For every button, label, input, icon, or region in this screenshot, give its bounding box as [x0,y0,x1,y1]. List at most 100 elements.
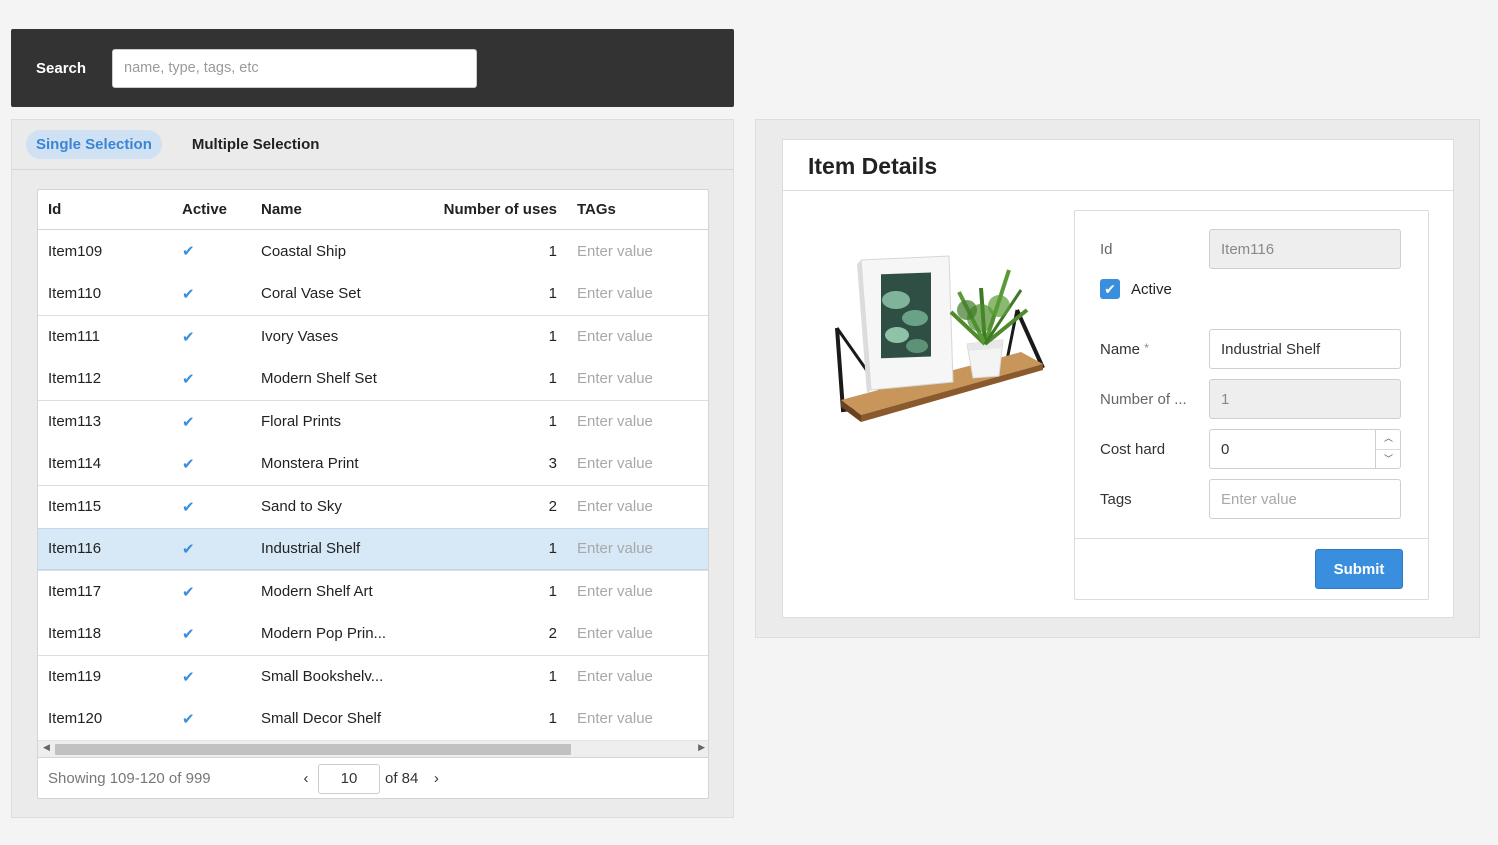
pager: Showing 109-120 of 999 ‹ of 84 › [38,757,708,798]
cell-active: ✔ [172,540,251,558]
cell-id: Item112 [48,370,102,388]
cost-field[interactable] [1209,429,1401,469]
column-header-active[interactable]: Active [172,201,251,218]
table-row[interactable]: Item120 ✔ Small Decor Shelf 1 Enter value [38,698,708,741]
cell-active: ✔ [172,668,251,686]
form-row-name: Name * [1075,329,1428,369]
table-row[interactable]: Item117 ✔ Modern Shelf Art 1 Enter value [38,570,708,613]
submit-button[interactable]: Submit [1315,549,1403,589]
check-icon: ✔ [182,328,195,346]
id-label: Id [1100,240,1113,258]
cell-name: Monstera Print [261,455,359,473]
cell-id: Item116 [48,540,102,558]
tags-field[interactable] [1209,479,1401,519]
table-row[interactable]: Item113 ✔ Floral Prints 1 Enter value [38,400,708,443]
chevron-right-icon[interactable]: › [426,770,446,787]
chevron-up-icon[interactable]: ︿ [1376,429,1401,450]
check-icon: ✔ [182,285,195,303]
cell-active: ✔ [172,710,251,728]
cell-uses: 2 [548,498,557,516]
table-row[interactable]: Item109 ✔ Coastal Ship 1 Enter value [38,230,708,273]
cell-active: ✔ [172,370,251,388]
active-checkbox[interactable]: ✔ [1100,279,1120,299]
tab-multiple-selection[interactable]: Multiple Selection [182,130,330,159]
cell-tags[interactable]: Enter value [557,498,708,515]
cell-active: ✔ [172,625,251,643]
cell-tags[interactable]: Enter value [557,540,708,557]
grid-body: Item109 ✔ Coastal Ship 1 Enter value Item110 ✔… [38,230,708,740]
column-header-name[interactable]: Name [251,201,411,218]
pager-info: Showing 109-120 of 999 [48,770,211,787]
active-label: Active [1131,280,1172,298]
check-icon: ✔ [182,498,195,516]
cell-tags[interactable]: Enter value [557,455,708,472]
search-bar: Search [11,29,734,107]
cell-name: Modern Shelf Art [261,583,373,601]
check-icon: ✔ [182,668,195,686]
cell-id: Item115 [48,498,102,516]
check-icon: ✔ [182,540,195,558]
cell-id: Item113 [48,413,102,431]
table-row[interactable]: Item119 ✔ Small Bookshelv... 1 Enter value [38,655,708,698]
cell-uses: 1 [548,413,557,431]
page-count: of 84 [385,770,419,787]
check-icon: ✔ [182,625,195,643]
cell-active: ✔ [172,455,251,473]
cell-uses: 1 [548,370,557,388]
chevron-down-icon[interactable]: ﹀ [1376,450,1401,470]
id-field [1209,229,1401,269]
cost-label: Cost hard [1100,440,1166,458]
name-field[interactable] [1209,329,1401,369]
cell-uses: 1 [548,242,557,260]
column-header-id[interactable]: Id [38,201,172,218]
table-row[interactable]: Item114 ✔ Monstera Print 3 Enter value [38,443,708,486]
cell-tags[interactable]: Enter value [557,285,708,302]
cell-name: Industrial Shelf [261,540,361,558]
cell-active: ✔ [172,285,251,303]
cell-tags[interactable]: Enter value [557,625,708,642]
column-header-tags[interactable]: TAGs [557,201,708,218]
cell-id: Item118 [48,625,102,643]
tab-single-selection[interactable]: Single Selection [26,130,162,159]
cell-id: Item114 [48,455,102,473]
page-number-input[interactable] [318,763,380,794]
cell-active: ✔ [172,413,251,431]
cell-tags[interactable]: Enter value [557,370,708,387]
chevron-left-icon[interactable]: ‹ [296,770,316,787]
cell-uses: 2 [548,625,557,643]
cell-uses: 1 [548,285,557,303]
details-title: Item Details [783,140,1453,191]
cell-tags[interactable]: Enter value [557,710,708,727]
cell-name: Coastal Ship [261,242,347,260]
required-marker: * [1144,340,1149,355]
uses-label: Number of ... [1100,390,1187,408]
table-row[interactable]: Item112 ✔ Modern Shelf Set 1 Enter value [38,358,708,401]
table-row[interactable]: Item111 ✔ Ivory Vases 1 Enter value [38,315,708,358]
form-row-id: Id [1075,229,1428,269]
cell-name: Floral Prints [261,413,342,431]
cell-id: Item111 [48,328,100,346]
table-row[interactable]: Item110 ✔ Coral Vase Set 1 Enter value [38,273,708,316]
cell-tags[interactable]: Enter value [557,583,708,600]
horizontal-scrollbar[interactable]: ◀ ▶ [38,740,708,757]
scroll-left-arrow-icon[interactable]: ◀ [43,742,50,753]
cell-active: ✔ [172,583,251,601]
cell-tags[interactable]: Enter value [557,328,708,345]
cell-tags[interactable]: Enter value [557,668,708,685]
search-input[interactable] [112,48,477,88]
table-row[interactable]: Item118 ✔ Modern Pop Prin... 2 Enter value [38,613,708,656]
table-row[interactable]: Item116 ✔ Industrial Shelf 1 Enter value [38,527,708,570]
cell-id: Item119 [48,668,102,686]
cell-tags[interactable]: Enter value [557,413,708,430]
cell-uses: 1 [548,540,557,558]
scroll-right-arrow-icon[interactable]: ▶ [698,742,705,753]
check-icon: ✔ [182,455,195,473]
cell-active: ✔ [172,328,251,346]
scrollbar-thumb[interactable] [55,744,571,755]
stepper-buttons: ︿ ﹀ [1375,429,1401,469]
cell-uses: 3 [548,455,557,473]
cell-tags[interactable]: Enter value [557,243,708,260]
column-header-uses[interactable]: Number of uses [411,201,557,218]
table-row[interactable]: Item115 ✔ Sand to Sky 2 Enter value [38,485,708,528]
cell-uses: 1 [548,583,557,601]
